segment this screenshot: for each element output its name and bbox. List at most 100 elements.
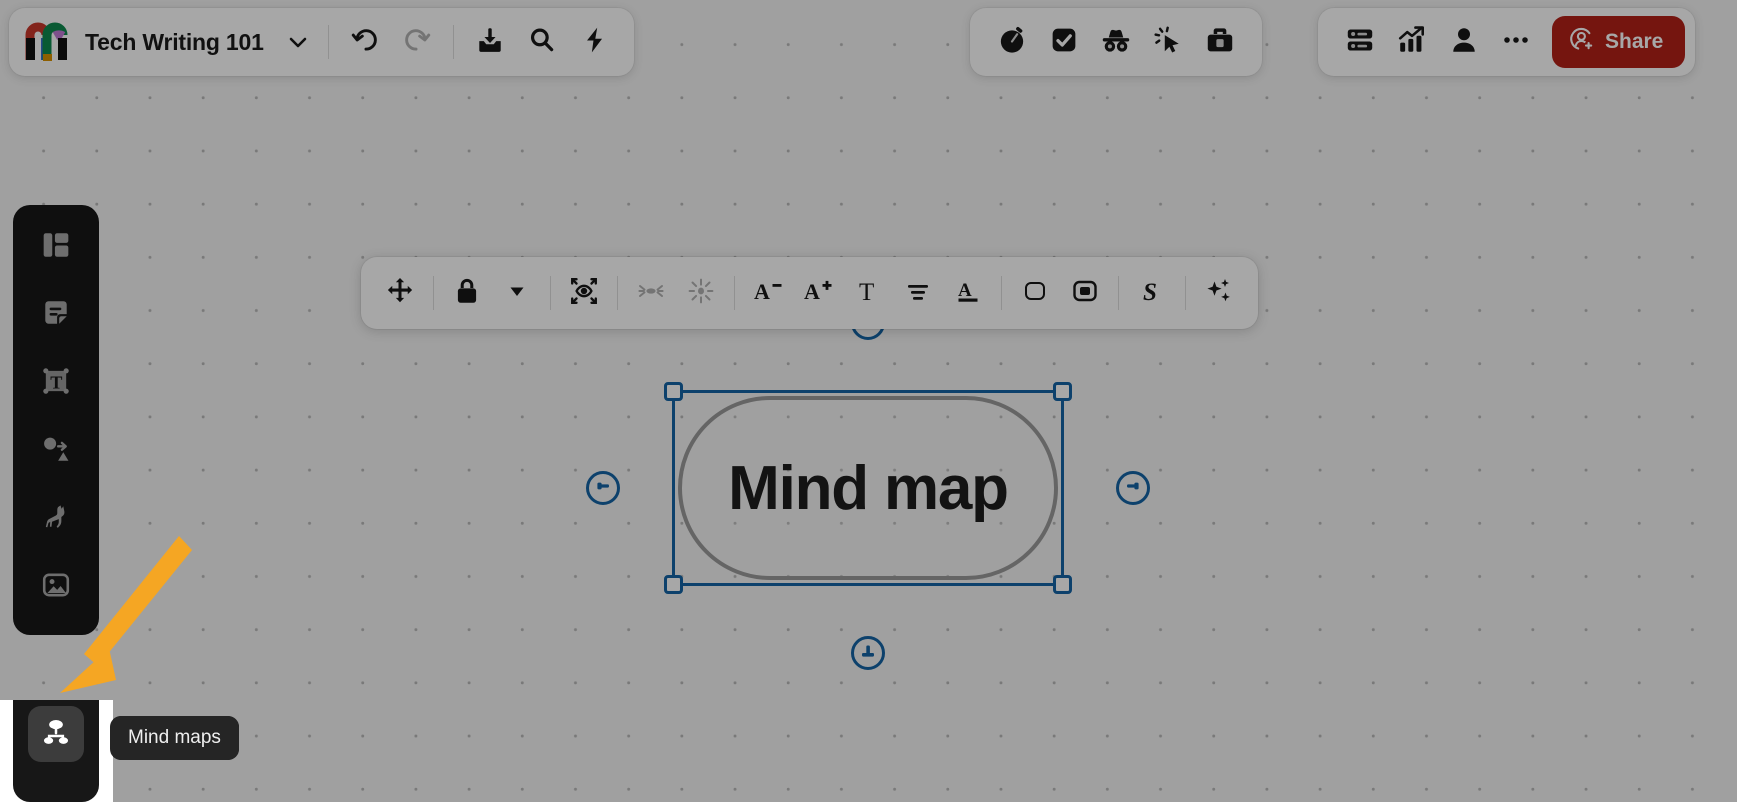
timer-button[interactable] <box>986 16 1038 68</box>
sidebar-item-sticky-note[interactable] <box>28 287 84 343</box>
caret-down-icon <box>507 281 527 306</box>
mural-logo[interactable] <box>25 20 71 64</box>
members-button[interactable] <box>1438 16 1490 68</box>
resize-handle-top-left[interactable] <box>664 382 683 401</box>
text-box-icon: T <box>41 366 71 401</box>
font-decrease-icon: A <box>753 276 783 311</box>
outline-panel-icon <box>1345 25 1375 60</box>
lock-icon <box>453 277 481 310</box>
lightning-bolt-icon <box>579 25 609 60</box>
toolbar-divider <box>734 276 735 310</box>
shape-outline-icon <box>1021 277 1049 310</box>
toolbox-icon <box>1205 25 1235 60</box>
add-child-node-bottom[interactable] <box>851 636 885 670</box>
chevron-down-icon <box>289 37 307 48</box>
shape-outline-button[interactable] <box>1010 268 1060 318</box>
search-icon <box>527 25 557 60</box>
svg-text:A: A <box>804 279 820 304</box>
toolbar-divider <box>617 276 618 310</box>
collapse-button[interactable] <box>626 268 676 318</box>
resize-handle-bottom-left[interactable] <box>664 575 683 594</box>
expand-button[interactable] <box>676 268 726 318</box>
topbar-left-group: Tech Writing 101 <box>9 8 634 76</box>
resize-handle-top-right[interactable] <box>1053 382 1072 401</box>
ai-button[interactable] <box>1194 268 1244 318</box>
shape-fill-icon <box>1071 277 1099 310</box>
share-button[interactable]: Share <box>1552 16 1686 68</box>
undo-button[interactable] <box>339 16 391 68</box>
svg-text:T: T <box>859 279 874 305</box>
topbar-divider <box>327 25 329 59</box>
text-color-button[interactable]: A <box>943 268 993 318</box>
sticky-note-icon <box>41 298 71 333</box>
text-color-icon: A <box>954 277 982 310</box>
font-increase-icon: A <box>803 276 833 311</box>
document-title[interactable]: Tech Writing 101 <box>85 29 264 56</box>
sparkles-icon <box>1204 276 1234 311</box>
resize-handle-bottom-right[interactable] <box>1053 575 1072 594</box>
sidebar-item-mind-maps[interactable] <box>28 706 84 762</box>
person-icon <box>1449 25 1479 60</box>
add-child-node-left[interactable] <box>586 471 620 505</box>
svg-text:S: S <box>1143 279 1157 305</box>
expand-node-icon <box>687 277 715 310</box>
increase-font-button[interactable]: A <box>793 268 843 318</box>
search-button[interactable] <box>516 16 568 68</box>
sidebar-item-templates[interactable] <box>28 219 84 275</box>
link-chain-icon: S <box>1138 277 1166 310</box>
svg-text:T: T <box>50 372 62 392</box>
focus-eye-icon <box>569 276 599 311</box>
add-child-node-right[interactable] <box>1116 471 1150 505</box>
svg-text:A: A <box>958 280 972 301</box>
quick-actions-button[interactable] <box>568 16 620 68</box>
toolbar-divider <box>433 276 434 310</box>
fill-color-button[interactable] <box>1060 268 1110 318</box>
person-add-icon <box>1568 25 1596 59</box>
llama-icon <box>41 502 71 537</box>
private-mode-button[interactable] <box>1090 16 1142 68</box>
move-button[interactable] <box>375 268 425 318</box>
document-menu-button[interactable] <box>278 22 318 62</box>
decrease-font-button[interactable]: A <box>743 268 793 318</box>
toolkit-button[interactable] <box>1194 16 1246 68</box>
summon-button[interactable] <box>1142 16 1194 68</box>
link-button[interactable]: S <box>1127 268 1177 318</box>
checkbox-icon <box>1049 25 1079 60</box>
toolbar-divider <box>1118 276 1119 310</box>
topbar-right-group: Share <box>1318 8 1696 76</box>
add-node-right-icon <box>1123 476 1143 501</box>
align-button[interactable] <box>893 268 943 318</box>
toolbar-divider <box>1001 276 1002 310</box>
timer-icon <box>997 25 1027 60</box>
selection-box <box>664 382 1072 594</box>
undo-icon <box>350 25 380 60</box>
lock-button[interactable] <box>442 268 492 318</box>
sidebar-item-llama[interactable] <box>28 491 84 547</box>
sidebar-item-text[interactable]: T <box>28 355 84 411</box>
sidebar-item-images[interactable] <box>28 559 84 615</box>
share-button-label: Share <box>1605 30 1664 53</box>
lock-dropdown-button[interactable] <box>492 268 542 318</box>
ellipsis-icon <box>1501 25 1531 60</box>
analytics-button[interactable] <box>1386 16 1438 68</box>
redo-button[interactable] <box>391 16 443 68</box>
toolbar-divider <box>1185 276 1186 310</box>
voting-button[interactable] <box>1038 16 1090 68</box>
incognito-icon <box>1100 24 1132 61</box>
mind-map-icon <box>40 716 72 753</box>
outline-button[interactable] <box>1334 16 1386 68</box>
more-options-button[interactable] <box>1490 16 1542 68</box>
sidebar-item-shapes[interactable] <box>28 423 84 479</box>
mind-map-node[interactable]: Mind map <box>586 306 1150 670</box>
font-family-icon: T <box>854 277 882 310</box>
font-button[interactable]: T <box>843 268 893 318</box>
redo-icon <box>402 25 432 60</box>
left-tool-sidebar: T <box>13 205 99 635</box>
import-button[interactable] <box>464 16 516 68</box>
toolbar-divider <box>550 276 551 310</box>
move-arrows-icon <box>385 276 415 311</box>
text-align-icon <box>904 277 932 310</box>
focus-button[interactable] <box>559 268 609 318</box>
topbar-middle-group <box>970 8 1262 76</box>
add-node-down-icon <box>858 641 878 666</box>
